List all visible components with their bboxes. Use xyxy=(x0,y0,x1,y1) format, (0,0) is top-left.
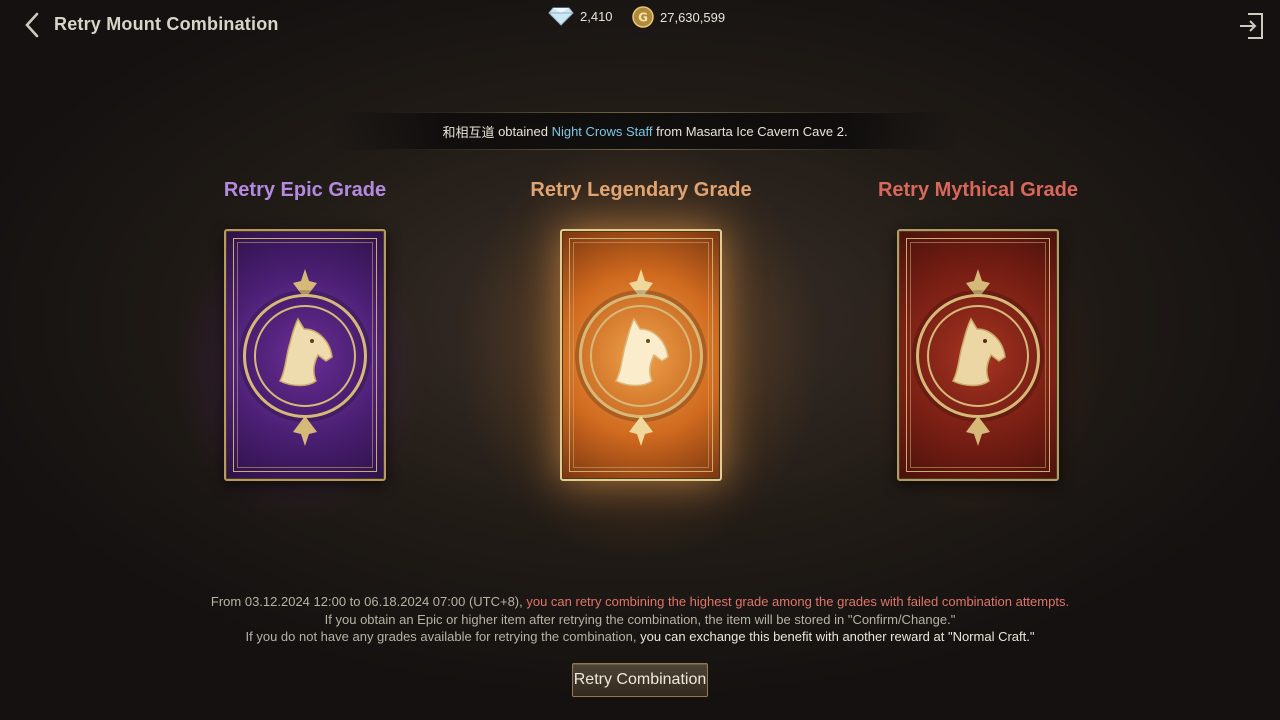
notice-player: 和相互道 xyxy=(442,124,495,140)
crest-ornament-icon xyxy=(293,416,317,446)
notice-text-1: obtained xyxy=(494,123,552,139)
gold-balance: G 27,630,599 xyxy=(632,6,725,28)
gem-balance: 2,410 xyxy=(548,6,613,26)
card-medal xyxy=(916,294,1040,418)
mythical-card[interactable] xyxy=(897,229,1059,481)
info-period-end: . xyxy=(1065,594,1070,609)
horse-head-icon xyxy=(278,317,333,387)
svg-text:G: G xyxy=(638,11,648,25)
info-line-2: If you obtain an Epic or higher item aft… xyxy=(324,611,956,627)
top-bar: Retry Mount Combination 2,410 G 27,630,5… xyxy=(0,0,1280,50)
gold-coin-icon: G xyxy=(632,6,654,28)
grade-mythical: Retry Mythical Grade xyxy=(808,175,1148,481)
grade-legendary-title: Retry Legendary Grade xyxy=(530,179,752,201)
grade-mythical-title: Retry Mythical Grade xyxy=(877,179,1079,201)
event-info: From 03.12.2024 12:00 to 06.18.2024 07:0… xyxy=(0,593,1280,646)
page-title: Retry Mount Combination xyxy=(54,14,279,34)
back-button[interactable] xyxy=(20,10,44,40)
exit-button[interactable] xyxy=(1238,10,1266,42)
acquisition-notice: 和相互道 obtained Night Crows Staff from Mas… xyxy=(330,112,960,150)
legendary-card[interactable] xyxy=(560,229,722,481)
grade-epic-title: Retry Epic Grade xyxy=(223,179,387,201)
epic-card[interactable] xyxy=(224,229,386,481)
card-medal xyxy=(243,294,367,418)
notice-item: Night Crows Staff xyxy=(551,123,653,139)
horse-head-icon xyxy=(951,317,1006,387)
diamond-icon xyxy=(548,7,574,26)
chevron-left-icon xyxy=(25,12,39,38)
info-exchange: you can exchange this benefit with anoth… xyxy=(640,629,1035,644)
horse-head-icon xyxy=(614,317,669,387)
info-no-grades: If you do not have any grades available … xyxy=(245,629,641,644)
crest-ornament-icon xyxy=(629,416,653,446)
card-medal xyxy=(579,294,703,418)
grade-epic: Retry Epic Grade xyxy=(135,175,475,481)
crest-ornament-icon xyxy=(966,416,990,446)
retry-combination-button[interactable]: Retry Combination xyxy=(572,663,708,697)
info-period: From 03.12.2024 12:00 to 06.18.2024 07:0… xyxy=(210,594,527,609)
gold-count: 27,630,599 xyxy=(660,9,726,25)
notice-text-2: from Masarta Ice Cavern Cave 2. xyxy=(652,123,848,139)
info-line-1: From 03.12.2024 12:00 to 06.18.2024 07:0… xyxy=(0,593,1280,611)
grade-legendary: Retry Legendary Grade xyxy=(471,175,811,481)
exit-icon xyxy=(1240,13,1263,39)
info-line-3: If you do not have any grades available … xyxy=(0,628,1280,646)
gem-count: 2,410 xyxy=(580,8,613,24)
info-highlight-retry: you can retry combining the highest grad… xyxy=(526,594,1066,609)
